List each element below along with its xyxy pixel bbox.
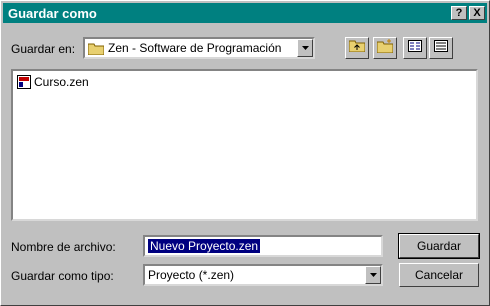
filename-value: Nuevo Proyecto.zen — [148, 239, 261, 253]
filetype-value: Proyecto (*.zen) — [148, 268, 235, 282]
details-view-icon — [434, 39, 448, 57]
list-view-button[interactable] — [403, 37, 427, 59]
filename-input[interactable]: Nuevo Proyecto.zen — [143, 235, 383, 257]
new-folder-icon — [376, 38, 394, 58]
zen-file-icon — [17, 75, 31, 89]
file-list[interactable]: Curso.zen — [11, 69, 478, 221]
chevron-down-icon[interactable] — [365, 266, 381, 284]
up-folder-button[interactable] — [345, 37, 369, 59]
save-button[interactable]: Guardar — [398, 233, 480, 259]
file-name: Curso.zen — [34, 75, 89, 89]
filename-label: Nombre de archivo: — [11, 240, 116, 254]
filetype-label: Guardar como tipo: — [11, 269, 114, 283]
close-button[interactable]: X — [469, 6, 485, 20]
save-as-dialog: Guardar como ? X Guardar en: Zen - Softw… — [0, 0, 490, 306]
filetype-dropdown[interactable]: Proyecto (*.zen) — [143, 264, 383, 286]
new-folder-button[interactable] — [373, 37, 397, 59]
location-value: Zen - Software de Programación — [108, 41, 282, 55]
up-folder-icon — [348, 39, 366, 57]
chevron-down-icon[interactable] — [297, 39, 313, 57]
details-view-button[interactable] — [429, 37, 453, 59]
location-dropdown[interactable]: Zen - Software de Programación — [83, 37, 315, 59]
dialog-title: Guardar como — [8, 5, 97, 21]
folder-icon — [88, 42, 104, 55]
location-label: Guardar en: — [11, 42, 76, 56]
title-bar[interactable]: Guardar como ? X — [3, 3, 487, 23]
cancel-button[interactable]: Cancelar — [399, 263, 479, 287]
list-item[interactable]: Curso.zen — [17, 75, 89, 89]
list-view-icon — [408, 39, 422, 57]
help-button[interactable]: ? — [451, 6, 467, 20]
